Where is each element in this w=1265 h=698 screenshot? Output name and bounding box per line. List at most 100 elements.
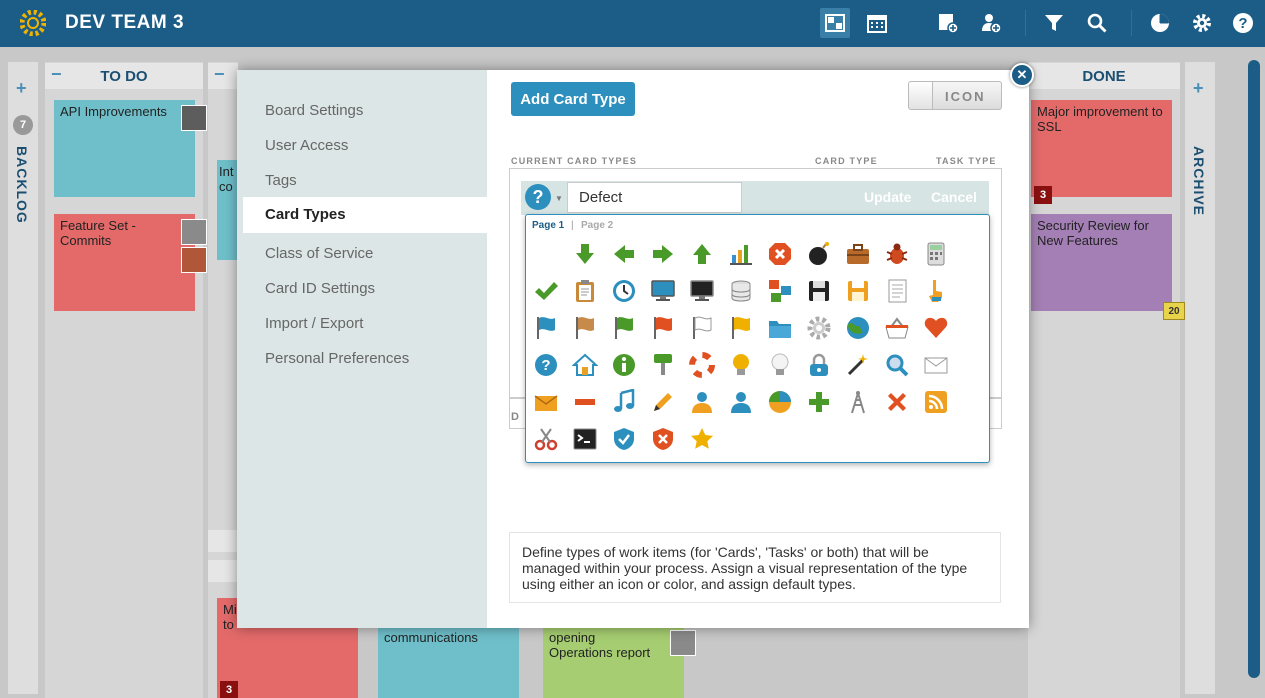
archive-lane-title: ARCHIVE [1191, 146, 1207, 217]
minus-icon[interactable] [570, 387, 600, 417]
menu-board-settings[interactable]: Board Settings [265, 102, 363, 119]
stop-icon[interactable] [765, 239, 795, 269]
help-button[interactable]: ? [1228, 8, 1258, 38]
arrow-left-icon[interactable] [609, 239, 639, 269]
flag-yellow-icon[interactable] [726, 313, 756, 343]
rss-icon[interactable] [921, 387, 951, 417]
floppy-orange-icon[interactable] [843, 276, 873, 306]
scissors-icon[interactable] [531, 424, 561, 454]
top-bar: DEV TEAM 3 ? [0, 0, 1265, 47]
music-icon[interactable] [609, 387, 639, 417]
document-icon[interactable] [882, 276, 912, 306]
scrollbar[interactable] [1248, 60, 1260, 678]
card-operations-report[interactable]: opening Operations report [543, 626, 684, 698]
card-communications[interactable]: communications [378, 626, 519, 698]
user-icon[interactable] [687, 387, 717, 417]
card-major-improvement[interactable]: Major improvement to SSL [1031, 100, 1172, 197]
tower-icon[interactable] [843, 387, 873, 417]
basket-icon[interactable] [882, 313, 912, 343]
flag-green-icon[interactable] [609, 313, 639, 343]
cancel-link[interactable]: Cancel [931, 189, 977, 205]
briefcase-icon[interactable] [843, 239, 873, 269]
menu-card-id-settings[interactable]: Card ID Settings [265, 280, 375, 297]
add-card-type-button[interactable]: Add Card Type [511, 82, 635, 116]
diagram-icon[interactable] [765, 276, 795, 306]
user-blue-icon[interactable] [726, 387, 756, 417]
collapse-doing-icon[interactable]: − [214, 64, 225, 85]
clipboard-icon[interactable] [570, 276, 600, 306]
flag-orange-icon[interactable] [570, 313, 600, 343]
flag-blue-icon[interactable] [531, 313, 561, 343]
menu-import-export[interactable]: Import / Export [265, 315, 363, 332]
bug-icon[interactable] [882, 239, 912, 269]
magnifier-icon[interactable] [882, 350, 912, 380]
lightbulb-off-icon[interactable] [765, 350, 795, 380]
calendar-view-button[interactable] [862, 8, 892, 38]
menu-user-access[interactable]: User Access [265, 137, 348, 154]
heart-icon[interactable] [921, 313, 951, 343]
arrow-down-icon[interactable] [570, 239, 600, 269]
terminal-icon[interactable] [570, 424, 600, 454]
plus-icon[interactable] [804, 387, 834, 417]
floppy-icon[interactable] [804, 276, 834, 306]
update-link[interactable]: Update [864, 189, 911, 205]
bar-chart-icon[interactable] [726, 239, 756, 269]
mail-open-icon[interactable] [531, 387, 561, 417]
calculator-icon[interactable] [921, 239, 951, 269]
pie-icon[interactable] [765, 387, 795, 417]
card-feature-set[interactable]: Feature Set - Commits [54, 214, 195, 311]
page-2-tab[interactable]: Page 2 [581, 220, 613, 231]
add-user-button[interactable] [976, 8, 1006, 38]
info-icon[interactable] [609, 350, 639, 380]
cross-icon[interactable] [882, 387, 912, 417]
add-archive-card-icon[interactable]: + [1193, 78, 1204, 99]
page-1-tab[interactable]: Page 1 [532, 220, 564, 231]
lifebuoy-icon[interactable] [687, 350, 717, 380]
bomb-icon[interactable] [804, 239, 834, 269]
monitor-dark-icon[interactable] [687, 276, 717, 306]
clock-icon[interactable] [609, 276, 639, 306]
pencil-icon[interactable] [648, 387, 678, 417]
analytics-button[interactable] [1145, 8, 1175, 38]
board-view-button[interactable] [820, 8, 850, 38]
add-card-button[interactable] [933, 8, 963, 38]
close-dialog-button[interactable]: ✕ [1010, 63, 1034, 87]
lock-icon[interactable] [804, 350, 834, 380]
paint-icon[interactable] [648, 350, 678, 380]
lightbulb-on-icon[interactable] [726, 350, 756, 380]
star-icon[interactable] [687, 424, 717, 454]
filter-button[interactable] [1039, 8, 1069, 38]
monitor-icon[interactable] [648, 276, 678, 306]
pointer-icon[interactable] [921, 276, 951, 306]
arrow-right-icon[interactable] [648, 239, 678, 269]
chevron-down-icon[interactable]: ▼ [555, 194, 563, 203]
menu-personal-preferences[interactable]: Personal Preferences [265, 350, 409, 367]
shield-blue-icon[interactable] [609, 424, 639, 454]
home-icon[interactable] [570, 350, 600, 380]
flag-white-icon[interactable] [687, 313, 717, 343]
gear-icon[interactable] [804, 313, 834, 343]
settings-button[interactable] [1187, 8, 1217, 38]
magic-wand-icon[interactable] [843, 350, 873, 380]
checkmark-icon[interactable] [531, 276, 561, 306]
mail-icon[interactable] [921, 350, 951, 380]
card-api-improvements[interactable]: API Improvements [54, 100, 195, 197]
arrow-up-icon[interactable] [687, 239, 717, 269]
help-icon[interactable]: ? [531, 350, 561, 380]
menu-class-of-service[interactable]: Class of Service [265, 245, 373, 262]
card-type-icon-button[interactable]: ? [525, 184, 551, 210]
collapse-todo-icon[interactable]: − [51, 64, 62, 85]
folder-icon[interactable] [765, 313, 795, 343]
menu-card-types[interactable]: Card Types [243, 197, 487, 233]
menu-tags[interactable]: Tags [265, 172, 297, 189]
add-backlog-card-icon[interactable]: + [16, 78, 27, 99]
globe-icon[interactable] [843, 313, 873, 343]
database-icon[interactable] [726, 276, 756, 306]
icon-color-toggle[interactable]: ICON [908, 81, 1002, 110]
card-type-name-input[interactable] [567, 182, 742, 213]
shield-red-icon[interactable] [648, 424, 678, 454]
search-button[interactable] [1082, 8, 1112, 38]
card-security-review[interactable]: Security Review for New Features [1031, 214, 1172, 311]
card-int[interactable]: Int co [217, 160, 237, 260]
flag-red-icon[interactable] [648, 313, 678, 343]
